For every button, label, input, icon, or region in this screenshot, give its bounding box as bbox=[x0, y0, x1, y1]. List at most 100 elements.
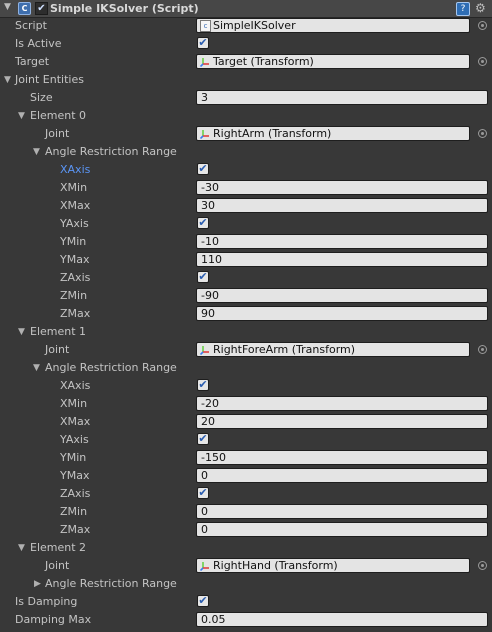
xmax-input[interactable]: 30 bbox=[196, 198, 488, 213]
zmin-input[interactable]: 0 bbox=[196, 504, 488, 519]
foldout-arrow-icon[interactable]: ▼ bbox=[18, 111, 25, 121]
angle-range-row[interactable]: ▶ Angle Restriction Range bbox=[0, 575, 492, 593]
xaxis-label: XAxis bbox=[60, 379, 91, 392]
transform-icon bbox=[200, 346, 209, 355]
object-picker-icon[interactable] bbox=[478, 57, 487, 66]
xmax-row: XMax 30 bbox=[0, 197, 492, 215]
component-enabled-checkbox[interactable]: ✔ bbox=[35, 2, 48, 15]
zmin-input[interactable]: -90 bbox=[196, 288, 488, 303]
component-header[interactable]: ▼ C ✔ Simple IKSolver (Script) ? ⚙ bbox=[0, 0, 492, 18]
zmax-input[interactable]: 90 bbox=[196, 306, 488, 321]
element-label: Element 2 bbox=[30, 541, 87, 554]
joint-field[interactable]: RightArm (Transform) bbox=[196, 126, 470, 141]
size-label: Size bbox=[30, 91, 53, 104]
xmin-label: XMin bbox=[60, 397, 88, 410]
angle-range-row[interactable]: ▼ Angle Restriction Range bbox=[0, 359, 492, 377]
yaxis-checkbox[interactable]: ✔ bbox=[197, 217, 209, 229]
zaxis-checkbox[interactable]: ✔ bbox=[197, 487, 209, 499]
ymin-row: YMin -150 bbox=[0, 449, 492, 467]
xaxis-row: XAxis ✔ bbox=[0, 377, 492, 395]
joint-value: RightForeArm (Transform) bbox=[213, 343, 356, 356]
target-field[interactable]: Target (Transform) bbox=[196, 54, 470, 69]
foldout-arrow-icon[interactable]: ▼ bbox=[18, 543, 25, 553]
damping-max-label: Damping Max bbox=[15, 613, 92, 626]
object-picker-icon[interactable] bbox=[478, 345, 487, 354]
ymax-input[interactable]: 0 bbox=[196, 468, 488, 483]
ymax-input[interactable]: 110 bbox=[196, 252, 488, 267]
script-component-icon: C bbox=[18, 2, 31, 15]
target-label: Target bbox=[15, 55, 50, 68]
foldout-arrow-icon[interactable]: ▼ bbox=[33, 147, 40, 157]
element-2-row[interactable]: ▼ Element 2 bbox=[0, 539, 492, 557]
joint-label: Joint bbox=[45, 559, 70, 572]
component-title: Simple IKSolver (Script) bbox=[50, 2, 199, 15]
angle-range-row[interactable]: ▼ Angle Restriction Range bbox=[0, 143, 492, 161]
element-label: Element 1 bbox=[30, 325, 87, 338]
help-icon[interactable]: ? bbox=[456, 2, 470, 16]
joint-row: Joint RightHand (Transform) bbox=[0, 557, 492, 575]
yaxis-label: YAxis bbox=[60, 433, 89, 446]
script-label: Script bbox=[15, 19, 47, 32]
target-row: Target Target (Transform) bbox=[0, 53, 492, 71]
xaxis-checkbox[interactable]: ✔ bbox=[197, 163, 209, 175]
yaxis-label: YAxis bbox=[60, 217, 89, 230]
ymin-label: YMin bbox=[60, 451, 87, 464]
transform-icon bbox=[200, 562, 209, 571]
is-damping-checkbox[interactable]: ✔ bbox=[197, 595, 209, 607]
is-damping-row: Is Damping ✔ bbox=[0, 593, 492, 611]
xaxis-label: XAxis bbox=[60, 163, 91, 176]
zaxis-row: ZAxis ✔ bbox=[0, 485, 492, 503]
ymax-row: YMax 0 bbox=[0, 467, 492, 485]
xmin-row: XMin -20 bbox=[0, 395, 492, 413]
is-active-checkbox[interactable]: ✔ bbox=[197, 37, 209, 49]
xmax-row: XMax 20 bbox=[0, 413, 492, 431]
xmin-row: XMin -30 bbox=[0, 179, 492, 197]
element-0-row[interactable]: ▼ Element 0 bbox=[0, 107, 492, 125]
zmax-label: ZMax bbox=[60, 523, 91, 536]
zmin-label: ZMin bbox=[60, 289, 88, 302]
ymax-row: YMax 110 bbox=[0, 251, 492, 269]
damping-max-input[interactable]: 0.05 bbox=[196, 612, 488, 627]
xmin-input[interactable]: -30 bbox=[196, 180, 488, 195]
script-value: SimpleIKSolver bbox=[213, 19, 296, 32]
object-picker-icon[interactable] bbox=[478, 129, 487, 138]
joint-label: Joint bbox=[45, 343, 70, 356]
ymin-label: YMin bbox=[60, 235, 87, 248]
zmax-row: ZMax 90 bbox=[0, 305, 492, 323]
script-field[interactable]: c SimpleIKSolver bbox=[196, 18, 470, 33]
transform-icon bbox=[200, 58, 209, 67]
joint-field[interactable]: RightHand (Transform) bbox=[196, 558, 470, 573]
joint-field[interactable]: RightForeArm (Transform) bbox=[196, 342, 470, 357]
element-1-row[interactable]: ▼ Element 1 bbox=[0, 323, 492, 341]
ymax-label: YMax bbox=[60, 469, 90, 482]
yaxis-checkbox[interactable]: ✔ bbox=[197, 433, 209, 445]
zaxis-label: ZAxis bbox=[60, 487, 91, 500]
yaxis-row: YAxis ✔ bbox=[0, 431, 492, 449]
ymin-input[interactable]: -10 bbox=[196, 234, 488, 249]
zmax-input[interactable]: 0 bbox=[196, 522, 488, 537]
object-picker-icon[interactable] bbox=[478, 21, 487, 30]
size-input[interactable]: 3 bbox=[196, 90, 488, 105]
foldout-arrow-icon[interactable]: ▼ bbox=[18, 327, 25, 337]
foldout-arrow-icon[interactable]: ▼ bbox=[4, 2, 11, 12]
yaxis-row: YAxis ✔ bbox=[0, 215, 492, 233]
transform-icon bbox=[200, 130, 209, 139]
xmax-input[interactable]: 20 bbox=[196, 414, 488, 429]
joint-entities-row[interactable]: ▼ Joint Entities bbox=[0, 71, 492, 89]
xmin-input[interactable]: -20 bbox=[196, 396, 488, 411]
is-active-label: Is Active bbox=[15, 37, 62, 50]
xmax-label: XMax bbox=[60, 415, 91, 428]
foldout-arrow-icon[interactable]: ▼ bbox=[33, 363, 40, 373]
ymin-input[interactable]: -150 bbox=[196, 450, 488, 465]
joint-row: Joint RightArm (Transform) bbox=[0, 125, 492, 143]
object-picker-icon[interactable] bbox=[478, 561, 487, 570]
foldout-collapsed-arrow-icon[interactable]: ▶ bbox=[34, 579, 41, 589]
angle-range-label: Angle Restriction Range bbox=[45, 577, 177, 590]
angle-range-label: Angle Restriction Range bbox=[45, 361, 177, 374]
zmax-label: ZMax bbox=[60, 307, 91, 320]
zaxis-checkbox[interactable]: ✔ bbox=[197, 271, 209, 283]
angle-range-label: Angle Restriction Range bbox=[45, 145, 177, 158]
gear-icon[interactable]: ⚙ bbox=[475, 1, 486, 15]
foldout-arrow-icon[interactable]: ▼ bbox=[4, 75, 11, 85]
xaxis-checkbox[interactable]: ✔ bbox=[197, 379, 209, 391]
